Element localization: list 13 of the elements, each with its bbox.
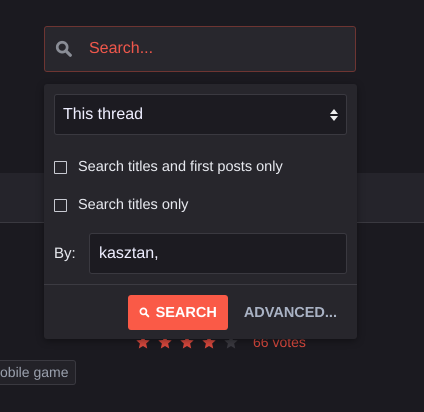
checkbox[interactable] xyxy=(54,160,67,174)
search-field[interactable]: Search... xyxy=(44,26,356,72)
search-icon xyxy=(138,307,150,318)
search-icon xyxy=(55,40,73,58)
scope-select[interactable]: This thread xyxy=(54,94,347,135)
sort-arrows-icon xyxy=(330,108,338,120)
by-label: By: xyxy=(54,245,77,262)
advanced-link[interactable]: ADVANCED... xyxy=(244,304,337,320)
tag[interactable]: obile game xyxy=(0,360,76,385)
checkbox-option[interactable]: Search titles and first posts only xyxy=(54,159,347,175)
member-input[interactable]: kasztan, xyxy=(89,233,347,274)
checkbox[interactable] xyxy=(54,198,67,212)
checkbox-option[interactable]: Search titles only xyxy=(54,197,347,213)
